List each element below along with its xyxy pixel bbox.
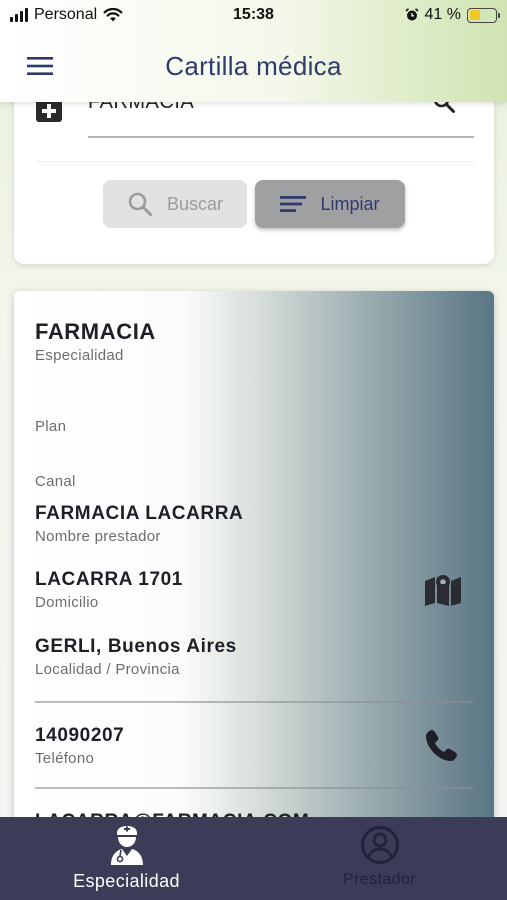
- nav-especialidad[interactable]: Especialidad: [0, 817, 253, 900]
- alarm-icon: [405, 8, 419, 21]
- provider-value: FARMACIA LACARRA: [35, 503, 244, 524]
- battery-percent: 41 %: [424, 6, 461, 23]
- divider: [35, 701, 473, 703]
- location-field: GERLI, Buenos Aires Localidad / Provinci…: [35, 636, 237, 678]
- status-right: 41 %: [327, 6, 500, 24]
- search-button[interactable]: Buscar: [103, 180, 247, 228]
- result-card[interactable]: FARMACIA Especialidad Plan Canal FARMACI…: [14, 291, 494, 851]
- app-header: Cartilla médica: [0, 30, 507, 102]
- specialty-field: FARMACIA Especialidad: [35, 319, 156, 364]
- phone-label: Teléfono: [35, 750, 95, 767]
- phone-value: 14090207: [35, 725, 125, 746]
- doctor-icon: [110, 826, 143, 865]
- status-bar: Personal 15:38 41 %: [0, 0, 507, 30]
- battery-icon: [467, 7, 500, 23]
- channel-field: Canal: [35, 470, 76, 490]
- carrier-name: Personal: [34, 6, 98, 23]
- phone-icon[interactable]: [424, 728, 458, 762]
- clear-button[interactable]: Limpiar: [255, 180, 405, 228]
- nav-prestador[interactable]: Prestador: [253, 817, 506, 900]
- divider: [36, 161, 474, 162]
- location-value: GERLI, Buenos Aires: [35, 636, 237, 657]
- address-field: LACARRA 1701 Domicilio: [35, 569, 183, 611]
- specialty-label: Especialidad: [35, 347, 124, 364]
- wifi-icon: [103, 7, 123, 22]
- plan-label: Plan: [35, 418, 67, 435]
- provider-label: Nombre prestador: [35, 528, 161, 545]
- nav-especialidad-label: Especialidad: [73, 871, 180, 891]
- address-label: Domicilio: [35, 594, 99, 611]
- plan-field: Plan: [35, 415, 66, 435]
- bottom-nav: Especialidad Prestador: [0, 817, 507, 900]
- signal-icon: [10, 8, 28, 22]
- provider-field: FARMACIA LACARRA Nombre prestador: [35, 503, 243, 545]
- search-button-label: Buscar: [166, 193, 224, 214]
- user-circle-icon: [360, 826, 399, 864]
- specialty-value: FARMACIA: [35, 319, 156, 344]
- location-label: Localidad / Provincia: [35, 661, 180, 678]
- clear-button-label: Limpiar: [320, 193, 380, 214]
- search-icon: [128, 192, 152, 216]
- address-value: LACARRA 1701: [35, 569, 183, 590]
- page-title: Cartilla médica: [165, 50, 342, 81]
- phone-field: 14090207 Teléfono: [35, 725, 124, 767]
- clear-lines-icon: [280, 196, 307, 212]
- map-icon[interactable]: [424, 573, 462, 607]
- clock: 15:38: [233, 6, 274, 23]
- status-left: Personal: [10, 6, 180, 24]
- channel-label: Canal: [35, 473, 76, 490]
- nav-prestador-label: Prestador: [343, 871, 416, 888]
- divider: [35, 787, 473, 789]
